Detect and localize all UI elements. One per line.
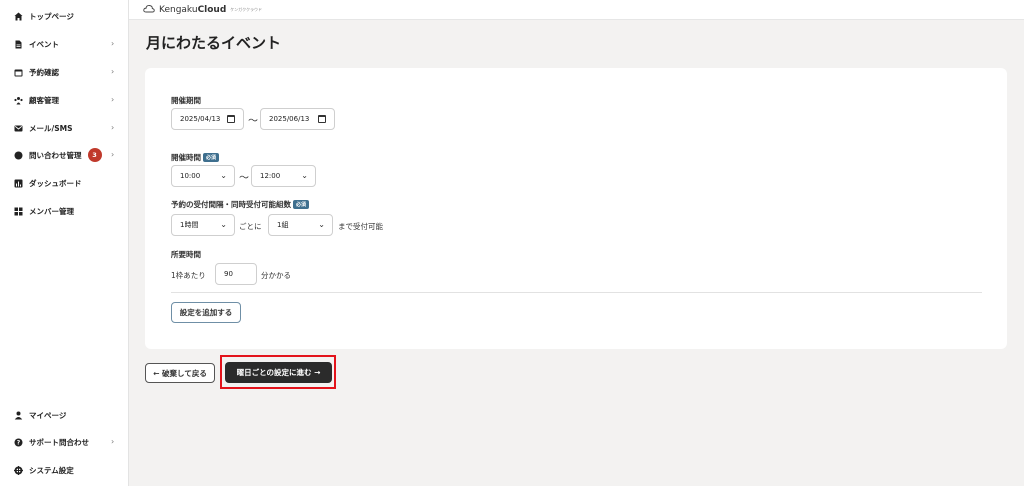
cloud-logo-icon	[143, 4, 155, 15]
svg-text:?: ?	[17, 439, 21, 446]
chevron-down-icon: ⌄	[220, 171, 227, 180]
gear-icon	[14, 465, 23, 475]
page-title: 月にわたるイベント	[146, 34, 282, 52]
sidebar-item-label: メール/SMS	[29, 123, 73, 133]
period-label: 開催期間	[171, 95, 201, 106]
add-setting-button[interactable]: 設定を追加する	[171, 302, 241, 323]
required-tag: 必須	[293, 200, 310, 209]
sidebar-item-events[interactable]: イベント ›	[0, 34, 129, 54]
range-separator: 〜	[239, 173, 249, 184]
help-icon: ?	[14, 438, 23, 447]
chevron-down-icon: ⌄	[318, 220, 325, 229]
discard-back-button[interactable]: ← 破棄して戻る	[145, 363, 215, 383]
sidebar-item-mail-sms[interactable]: メール/SMS ›	[0, 118, 129, 138]
duration-label: 所要時間	[171, 249, 201, 260]
interval-select[interactable]: 1時間 ⌄	[171, 214, 235, 236]
home-icon	[14, 12, 23, 21]
sidebar-item-support[interactable]: ? サポート問合わせ ›	[0, 432, 129, 452]
time-label-text: 開催時間	[171, 153, 201, 162]
chevron-right-icon: ›	[111, 95, 115, 104]
start-time-value: 10:00	[180, 172, 201, 180]
brand-name-light: Kengaku	[159, 4, 198, 15]
brand-subtitle: ケンガククラウド	[230, 6, 263, 12]
end-time-select[interactable]: 12:00 ⌄	[251, 165, 316, 187]
mail-icon	[14, 124, 23, 133]
end-time-value: 12:00	[260, 172, 281, 180]
sidebar-item-label: ダッシュボード	[29, 178, 82, 188]
sidebar: トップページ イベント › 予約確認 › 顧客管理 › メール/SMS › 問い…	[0, 0, 129, 486]
range-separator: 〜	[248, 116, 258, 127]
end-date-input[interactable]: 2025/06/13	[260, 108, 335, 130]
chevron-right-icon: ›	[111, 437, 115, 446]
interval-label: 予約の受付間隔・同時受付可能組数 必須	[171, 199, 310, 210]
minutes-text: 分かかる	[261, 271, 291, 280]
sidebar-item-label: マイページ	[29, 410, 67, 420]
grid-icon	[14, 207, 23, 216]
start-time-select[interactable]: 10:00 ⌄	[171, 165, 235, 187]
sidebar-item-label: メンバー管理	[29, 206, 74, 216]
users-icon	[14, 96, 23, 105]
start-date-value: 2025/04/13	[180, 115, 221, 123]
person-icon	[14, 411, 23, 420]
top-bar: KengakuCloud ケンガククラウド	[129, 0, 1024, 20]
until-text: まで受付可能	[338, 222, 383, 231]
sidebar-item-dashboard[interactable]: ダッシュボード	[0, 173, 129, 193]
time-label: 開催時間 必須	[171, 152, 220, 163]
duration-value: 90	[224, 270, 233, 278]
chevron-right-icon: ›	[111, 67, 115, 76]
sidebar-item-label: イベント	[29, 39, 59, 49]
sidebar-item-label: 問い合わせ管理	[29, 150, 82, 160]
start-date-input[interactable]: 2025/04/13	[171, 108, 244, 130]
chart-icon	[14, 179, 23, 188]
chat-icon	[14, 151, 23, 160]
calendar-icon	[227, 115, 235, 123]
app-logo[interactable]: KengakuCloud ケンガククラウド	[143, 4, 262, 15]
chevron-right-icon: ›	[111, 39, 115, 48]
brand-name: KengakuCloud	[159, 5, 226, 15]
notification-badge: 3	[87, 148, 102, 162]
end-date-value: 2025/06/13	[269, 115, 310, 123]
sidebar-item-customers[interactable]: 顧客管理 ›	[0, 90, 129, 110]
duration-input[interactable]: 90	[215, 263, 257, 285]
sidebar-item-label: トップページ	[29, 11, 74, 21]
chevron-down-icon: ⌄	[301, 171, 308, 180]
period-label-text: 開催期間	[171, 96, 201, 105]
calendar-icon	[14, 68, 23, 77]
sidebar-item-system-settings[interactable]: システム設定	[0, 460, 129, 480]
proceed-weekday-settings-button[interactable]: 曜日ごとの設定に進む →	[225, 362, 332, 383]
required-tag: 必須	[203, 153, 220, 162]
chevron-down-icon: ⌄	[220, 220, 227, 229]
sidebar-item-my-page[interactable]: マイページ	[0, 405, 129, 425]
chevron-right-icon: ›	[111, 123, 115, 132]
chevron-right-icon: ›	[111, 150, 115, 159]
groups-value: 1組	[277, 221, 289, 229]
interval-value: 1時間	[180, 221, 199, 229]
per-slot-text: 1枠あたり	[171, 271, 206, 280]
sidebar-item-label: 顧客管理	[29, 95, 59, 105]
document-icon	[14, 40, 23, 49]
groups-select[interactable]: 1組 ⌄	[268, 214, 333, 236]
sidebar-item-label: サポート問合わせ	[29, 437, 89, 447]
sidebar-item-inquiries[interactable]: 問い合わせ管理 3 ›	[0, 145, 129, 165]
divider	[171, 292, 982, 293]
sidebar-item-label: 予約確認	[29, 67, 59, 77]
sidebar-item-reservations[interactable]: 予約確認 ›	[0, 62, 129, 82]
per-text: ごとに	[239, 222, 262, 231]
sidebar-item-members[interactable]: メンバー管理	[0, 201, 129, 221]
sidebar-item-top-page[interactable]: トップページ	[0, 6, 129, 26]
duration-label-text: 所要時間	[171, 250, 201, 259]
brand-name-bold: Cloud	[197, 4, 227, 15]
interval-label-text: 予約の受付間隔・同時受付可能組数	[171, 200, 291, 209]
sidebar-item-label: システム設定	[29, 465, 74, 475]
calendar-icon	[318, 115, 326, 123]
